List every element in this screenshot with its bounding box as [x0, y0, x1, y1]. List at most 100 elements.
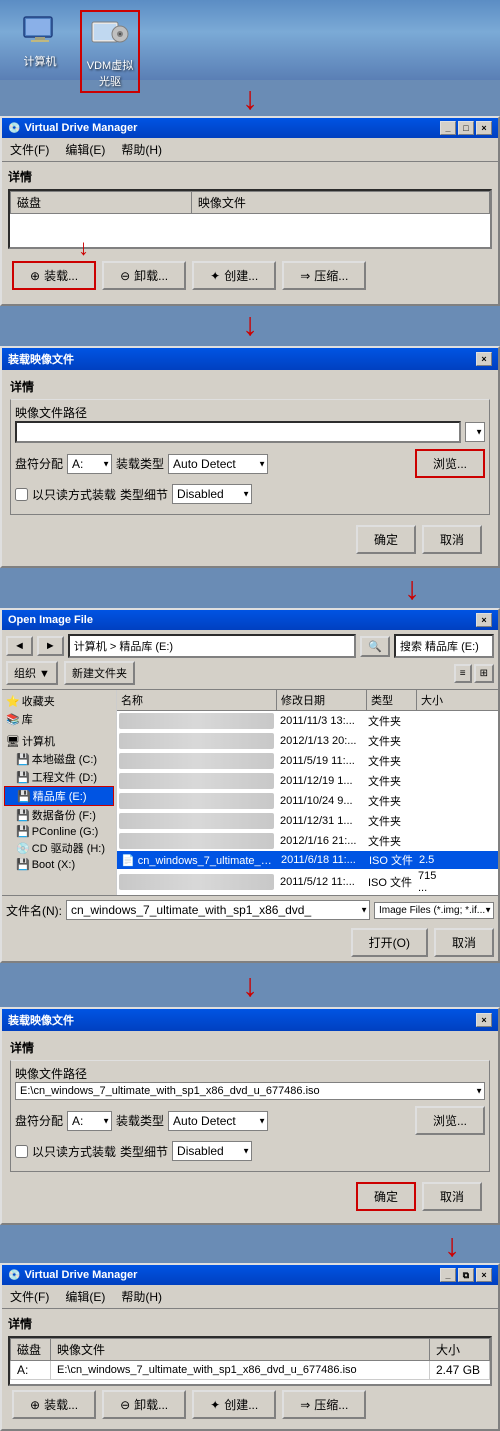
col-image-2[interactable]: 映像文件	[51, 1339, 430, 1361]
path-input-1[interactable]	[15, 421, 461, 443]
file-row-8[interactable]: 2011/5/12 11:... ISO 文件 715 ...	[117, 869, 498, 895]
col-disk-1[interactable]: 磁盘	[11, 192, 192, 214]
drive-x-icon: 💾	[16, 858, 30, 871]
arrow-down-3: ↓	[404, 572, 420, 604]
subtype-select-1[interactable]: Disabled	[172, 484, 252, 504]
col-size-header[interactable]: 大小	[417, 690, 457, 710]
menu-file-1[interactable]: 文件(F)	[6, 140, 53, 159]
computer-icon[interactable]: 计算机	[10, 10, 70, 69]
file-type-3: 文件夹	[368, 773, 418, 789]
mount-btn-2[interactable]: ⊕ 装载...	[12, 1390, 96, 1419]
ok-btn-1[interactable]: 确定	[356, 525, 416, 554]
menu-help-2[interactable]: 帮助(H)	[117, 1287, 166, 1306]
subtype-select-2[interactable]: Disabled	[172, 1141, 252, 1161]
filetype-select[interactable]: Image Files (*.img; *.if...	[374, 902, 494, 919]
drive-select-1[interactable]: A:	[67, 454, 112, 474]
col-size-2[interactable]: 大小	[430, 1339, 490, 1361]
compress-btn-1[interactable]: ⇒ 压缩...	[282, 261, 366, 290]
menu-edit-1[interactable]: 编辑(E)	[61, 140, 109, 159]
ok-btn-2[interactable]: 确定	[356, 1182, 416, 1211]
menu-edit-2[interactable]: 编辑(E)	[61, 1287, 109, 1306]
search-box[interactable]: 搜索 精品库 (E:)	[394, 634, 494, 658]
open-btn[interactable]: 打开(O)	[351, 928, 428, 957]
file-type-5: 文件夹	[368, 813, 418, 829]
organize-btn[interactable]: 组织 ▼	[6, 661, 58, 685]
minimize-btn-1[interactable]: _	[440, 121, 456, 135]
sidebar-drive-d[interactable]: 💾 工程文件 (D:)	[4, 768, 114, 786]
col-type-header[interactable]: 类型	[367, 690, 417, 710]
create-btn-1[interactable]: ✦ 创建...	[192, 261, 276, 290]
sidebar-favorites[interactable]: ⭐ 收藏夹	[4, 692, 114, 710]
file-date-0: 2011/11/3 13:...	[278, 715, 368, 727]
file-row-7[interactable]: 📄 cn_windows_7_ultimate_with_sp1_x... 20…	[117, 851, 498, 869]
browse-btn-2[interactable]: 浏览...	[415, 1106, 485, 1135]
cancel-btn-1[interactable]: 取消	[422, 525, 482, 554]
create-icon-2: ✦	[210, 1398, 220, 1412]
browse-btn-1[interactable]: 浏览...	[415, 449, 485, 478]
address-box[interactable]: 计算机 > 精品库 (E:)	[68, 634, 357, 658]
path-select-2[interactable]: E:\cn_windows_7_ultimate_with_sp1_x86_dv…	[15, 1082, 485, 1100]
type-select-2[interactable]: Auto Detect	[168, 1111, 268, 1131]
sidebar-drive-f[interactable]: 💾 数据备份 (F:)	[4, 806, 114, 824]
close-btn-2[interactable]: ×	[476, 1268, 492, 1282]
sidebar-drive-c[interactable]: 💾 本地磁盘 (C:)	[4, 750, 114, 768]
unmount-icon-1: ⊖	[120, 269, 130, 283]
menu-file-2[interactable]: 文件(F)	[6, 1287, 53, 1306]
view-list-btn[interactable]: ≡	[454, 664, 472, 683]
view-detail-btn[interactable]: ⊞	[474, 664, 494, 683]
mount-btn-1[interactable]: ⊕ 装载...	[12, 261, 96, 290]
nav-back[interactable]: ◄	[6, 636, 33, 656]
drive-f-icon: 💾	[16, 809, 30, 822]
vdm-menubar-1: 文件(F) 编辑(E) 帮助(H)	[2, 138, 498, 162]
file-row-0[interactable]: 2011/11/3 13:... 文件夹	[117, 711, 498, 731]
sidebar-drive-g[interactable]: 💾 PConline (G:)	[4, 824, 114, 839]
compress-btn-2[interactable]: ⇒ 压缩...	[282, 1390, 366, 1419]
sidebar-drive-x[interactable]: 💾 Boot (X:)	[4, 857, 114, 872]
unmount-btn-2[interactable]: ⊖ 卸载...	[102, 1390, 186, 1419]
menu-help-1[interactable]: 帮助(H)	[117, 140, 166, 159]
path-select-wrapper-2: E:\cn_windows_7_ultimate_with_sp1_x86_dv…	[15, 1082, 485, 1100]
mount-dialog-close-1[interactable]: ×	[476, 352, 492, 366]
col-disk-2[interactable]: 磁盘	[11, 1339, 51, 1361]
view-controls: ≡ ⊞	[454, 664, 494, 683]
file-type-2: 文件夹	[368, 753, 418, 769]
sidebar-drive-e[interactable]: 💾 精品库 (E:)	[4, 786, 114, 806]
file-row-4[interactable]: 2011/10/24 9... 文件夹	[117, 791, 498, 811]
search-btn[interactable]: 🔍	[360, 636, 390, 657]
arrow5-container: ↓	[0, 1229, 500, 1261]
file-row-3[interactable]: 2011/12/19 1... 文件夹	[117, 771, 498, 791]
drive-select-2[interactable]: A:	[67, 1111, 112, 1131]
maximize-btn-1[interactable]: □	[458, 121, 474, 135]
readonly-checkbox-1[interactable]	[15, 488, 28, 501]
cancel-btn-2[interactable]: 取消	[422, 1182, 482, 1211]
filename-input[interactable]: cn_windows_7_ultimate_with_sp1_x86_dvd_	[66, 900, 370, 920]
sidebar-drive-h[interactable]: 💿 CD 驱动器 (H:)	[4, 839, 114, 857]
minimize-btn-2[interactable]: _	[440, 1268, 456, 1282]
create-icon-1: ✦	[210, 269, 220, 283]
col-date-header[interactable]: 修改日期	[277, 690, 367, 710]
vdm-icon[interactable]: VDM虚拟光驱	[80, 10, 140, 93]
table-row-1[interactable]: A: E:\cn_windows_7_ultimate_with_sp1_x86…	[11, 1361, 490, 1380]
create-btn-2[interactable]: ✦ 创建...	[192, 1390, 276, 1419]
type-select-1[interactable]: Auto Detect	[168, 454, 268, 474]
sidebar-library[interactable]: 📚 库	[4, 710, 114, 728]
col-image-1[interactable]: 映像文件	[191, 192, 489, 214]
restore-btn-2[interactable]: ⧉	[458, 1268, 474, 1282]
path-dropdown-1[interactable]	[465, 422, 485, 442]
open-image-close[interactable]: ×	[476, 613, 492, 627]
unmount-btn-1[interactable]: ⊖ 卸载...	[102, 261, 186, 290]
file-row-1[interactable]: 2012/1/13 20:... 文件夹	[117, 731, 498, 751]
mount-dialog-close-2[interactable]: ×	[476, 1013, 492, 1027]
mount-label-2: 装载...	[44, 1396, 78, 1413]
new-folder-btn[interactable]: 新建文件夹	[64, 661, 135, 685]
file-row-5[interactable]: 2011/12/31 1... 文件夹	[117, 811, 498, 831]
close-btn-1[interactable]: ×	[476, 121, 492, 135]
mount-dialog-titlebar-2: 装载映像文件 ×	[2, 1009, 498, 1031]
nav-forward[interactable]: ►	[37, 636, 64, 656]
file-row-6[interactable]: 2012/1/16 21:... 文件夹	[117, 831, 498, 851]
fm-cancel-btn[interactable]: 取消	[434, 928, 494, 957]
col-name-header[interactable]: 名称	[117, 690, 277, 710]
sidebar-computer[interactable]: 🖥 计算机	[4, 732, 114, 750]
file-row-2[interactable]: 2011/5/19 11:... 文件夹	[117, 751, 498, 771]
readonly-checkbox-2[interactable]	[15, 1145, 28, 1158]
